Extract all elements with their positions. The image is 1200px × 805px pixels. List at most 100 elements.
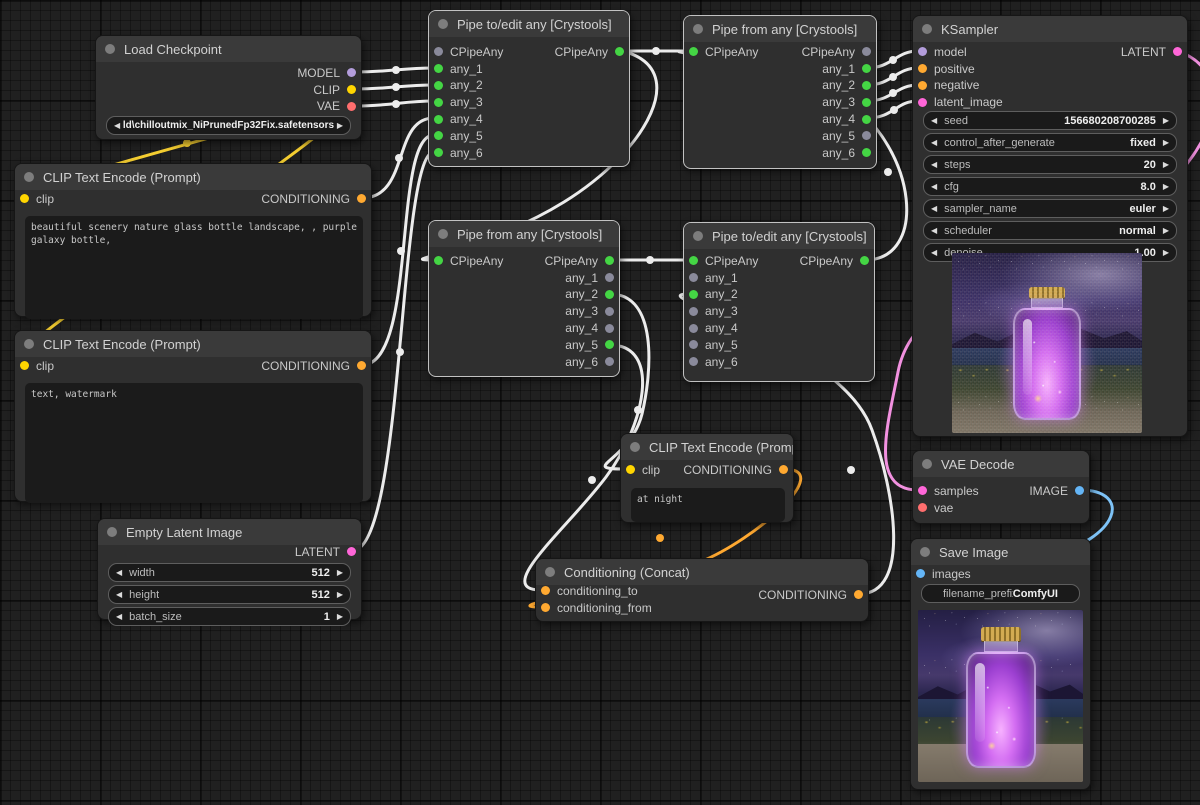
output-slot-CPipeAny[interactable]: CPipeAny [555, 44, 624, 61]
slot-dot[interactable] [347, 85, 356, 94]
input-slot-positive[interactable]: positive [918, 60, 1003, 77]
slot-dot[interactable] [689, 307, 698, 316]
collapse-dot-icon[interactable] [693, 24, 703, 34]
slot-dot[interactable] [862, 47, 871, 56]
slot-dot[interactable] [615, 47, 624, 56]
collapse-dot-icon[interactable] [630, 442, 640, 452]
increment-arrow-icon[interactable]: ▶ [1163, 178, 1169, 195]
input-slot-latent_image[interactable]: latent_image [918, 94, 1003, 111]
increment-arrow-icon[interactable]: ▶ [337, 586, 343, 603]
output-slot-CPipeAny[interactable]: CPipeAny [802, 44, 871, 61]
prompt-textarea[interactable]: beautiful scenery nature glass bottle la… [25, 216, 363, 319]
input-slot-any_1[interactable]: any_1 [434, 60, 503, 77]
input-slot-clip[interactable]: clip [20, 358, 54, 375]
slot-dot[interactable] [918, 81, 927, 90]
output-slot-any_4[interactable]: any_4 [545, 320, 614, 337]
slot-dot[interactable] [862, 98, 871, 107]
slot-dot[interactable] [605, 357, 614, 366]
collapse-dot-icon[interactable] [920, 547, 930, 557]
decrement-arrow-icon[interactable]: ◀ [114, 117, 120, 134]
node-conditioning-concat[interactable]: Conditioning (Concat) conditioning_tocon… [535, 558, 869, 622]
slot-dot[interactable] [434, 131, 443, 140]
slot-dot[interactable] [918, 486, 927, 495]
node-titlebar[interactable]: CLIP Text Encode (Prompt) [15, 331, 371, 357]
collapse-dot-icon[interactable] [24, 172, 34, 182]
node-titlebar[interactable]: Load Checkpoint [96, 36, 361, 62]
slot-dot[interactable] [689, 256, 698, 265]
slot-dot[interactable] [347, 102, 356, 111]
slot-dot[interactable] [1173, 47, 1182, 56]
increment-arrow-icon[interactable]: ▶ [1163, 134, 1169, 151]
slot-dot[interactable] [689, 340, 698, 349]
slot-dot[interactable] [689, 290, 698, 299]
decrement-arrow-icon[interactable]: ◀ [931, 156, 937, 173]
output-slot-any_5[interactable]: any_5 [545, 336, 614, 353]
widget-value[interactable]: ◀ld\chilloutmix_NiPrunedFp32Fix.safetens… [106, 116, 351, 135]
output-slot-CONDITIONING[interactable]: CONDITIONING [758, 587, 863, 604]
node-clip-text-encode-night[interactable]: CLIP Text Encode (Prompt) clip CONDITION… [620, 433, 794, 523]
node-titlebar[interactable]: Pipe from any [Crystools] [684, 16, 876, 42]
slot-dot[interactable] [862, 81, 871, 90]
node-titlebar[interactable]: CLIP Text Encode (Prompt) [621, 434, 793, 460]
increment-arrow-icon[interactable]: ▶ [1163, 244, 1169, 261]
input-slot-any_6[interactable]: any_6 [434, 144, 503, 161]
output-slot-any_1[interactable]: any_1 [545, 269, 614, 286]
slot-dot[interactable] [434, 81, 443, 90]
collapse-dot-icon[interactable] [545, 567, 555, 577]
input-slot-images[interactable]: images [916, 566, 971, 583]
input-slot-any_4[interactable]: any_4 [689, 320, 758, 337]
slot-dot[interactable] [689, 357, 698, 366]
node-titlebar[interactable]: CLIP Text Encode (Prompt) [15, 164, 371, 190]
collapse-dot-icon[interactable] [438, 19, 448, 29]
slot-dot[interactable] [347, 68, 356, 77]
slot-dot[interactable] [918, 47, 927, 56]
node-titlebar[interactable]: KSampler [913, 16, 1187, 42]
input-slot-CPipeAny[interactable]: CPipeAny [434, 253, 503, 270]
decrement-arrow-icon[interactable]: ◀ [931, 178, 937, 195]
collapse-dot-icon[interactable] [922, 24, 932, 34]
slot-dot[interactable] [862, 115, 871, 124]
input-slot-clip[interactable]: clip [626, 462, 660, 479]
input-slot-conditioning_to[interactable]: conditioning_to [541, 583, 652, 600]
input-slot-conditioning_from[interactable]: conditioning_from [541, 599, 652, 616]
node-pipe-to-edit-any-mid[interactable]: Pipe to/edit any [Crystools] CPipeAnyany… [683, 222, 875, 382]
decrement-arrow-icon[interactable]: ◀ [116, 608, 122, 625]
output-slot-LATENT[interactable]: LATENT [1121, 44, 1182, 61]
node-pipe-from-any-mid[interactable]: Pipe from any [Crystools] CPipeAny CPipe… [428, 220, 620, 377]
prompt-textarea[interactable]: text, watermark [25, 383, 363, 503]
widget-width[interactable]: ◀width512▶ [108, 563, 351, 582]
slot-dot[interactable] [434, 47, 443, 56]
input-slot-samples[interactable]: samples [918, 483, 979, 500]
widget-sampler_name[interactable]: ◀sampler_nameeuler▶ [923, 199, 1177, 218]
slot-dot[interactable] [605, 307, 614, 316]
slot-dot[interactable] [605, 290, 614, 299]
output-slot-CLIP[interactable]: CLIP [297, 81, 356, 98]
widget-cfg[interactable]: ◀cfg8.0▶ [923, 177, 1177, 196]
input-slot-any_1[interactable]: any_1 [689, 269, 758, 286]
input-slot-any_2[interactable]: any_2 [689, 286, 758, 303]
collapse-dot-icon[interactable] [24, 339, 34, 349]
output-slot-any_6[interactable]: any_6 [545, 353, 614, 370]
slot-dot[interactable] [605, 256, 614, 265]
node-vae-decode[interactable]: VAE Decode samplesvae IMAGE [912, 450, 1090, 524]
collapse-dot-icon[interactable] [105, 44, 115, 54]
decrement-arrow-icon[interactable]: ◀ [931, 200, 937, 217]
node-save-image[interactable]: Save Image images filename_prefixComfyUI [910, 538, 1091, 790]
output-slot-any_1[interactable]: any_1 [802, 60, 871, 77]
node-titlebar[interactable]: Pipe to/edit any [Crystools] [429, 11, 629, 37]
decrement-arrow-icon[interactable]: ◀ [116, 586, 122, 603]
slot-dot[interactable] [862, 148, 871, 157]
collapse-dot-icon[interactable] [438, 229, 448, 239]
node-titlebar[interactable]: Pipe to/edit any [Crystools] [684, 223, 874, 249]
node-load-checkpoint[interactable]: Load Checkpoint MODELCLIPVAE ◀ld\chillou… [95, 35, 362, 140]
slot-dot[interactable] [605, 324, 614, 333]
slot-dot[interactable] [779, 465, 788, 474]
node-titlebar[interactable]: Pipe from any [Crystools] [429, 221, 619, 247]
slot-dot[interactable] [434, 148, 443, 157]
input-slot-CPipeAny[interactable]: CPipeAny [689, 44, 758, 61]
decrement-arrow-icon[interactable]: ◀ [116, 564, 122, 581]
node-titlebar[interactable]: Conditioning (Concat) [536, 559, 868, 585]
slot-dot[interactable] [357, 194, 366, 203]
collapse-dot-icon[interactable] [107, 527, 117, 537]
output-slot-IMAGE[interactable]: IMAGE [1029, 483, 1084, 500]
